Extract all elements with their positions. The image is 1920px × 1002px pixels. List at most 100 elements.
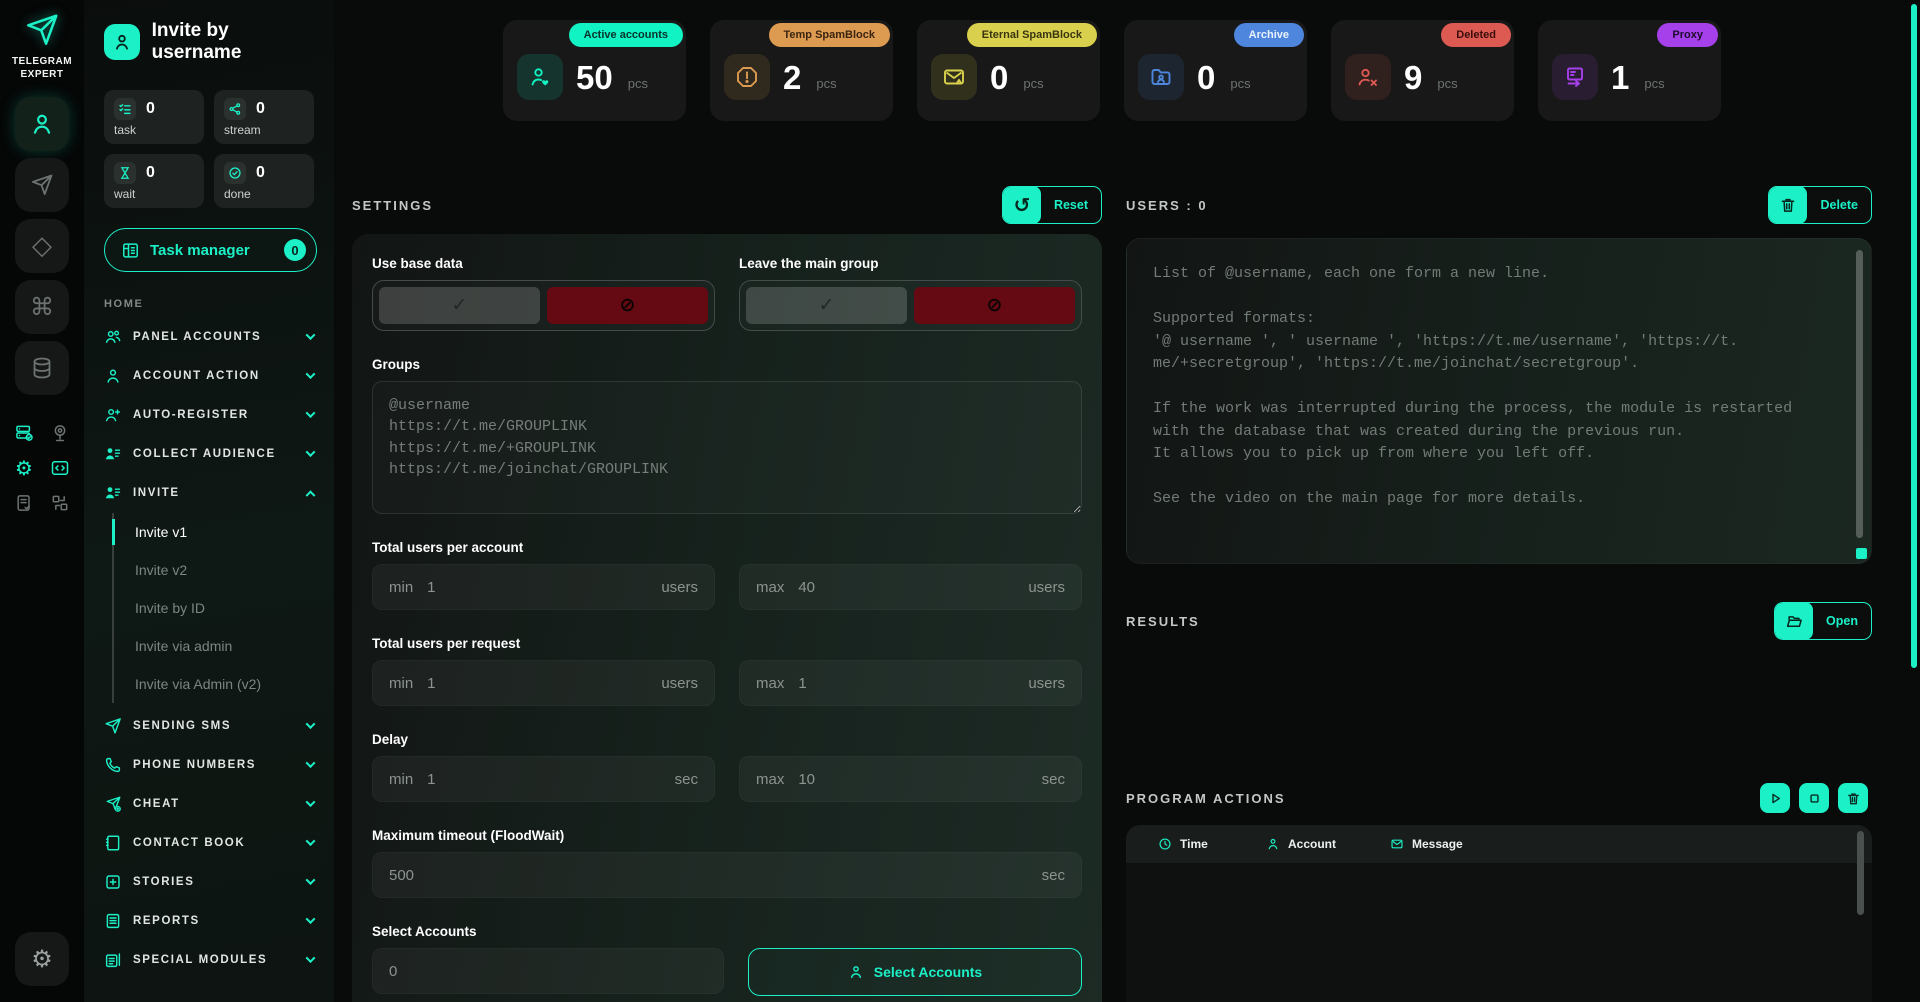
sidebar-item-account-action[interactable]: ACCOUNT ACTION bbox=[104, 356, 322, 395]
right-column: USERS : 0 Delete RESULTS Open PROG bbox=[1126, 186, 1872, 1002]
column-message: Message bbox=[1390, 837, 1463, 851]
sidebar-item-panel-accounts[interactable]: PANEL ACCOUNTS bbox=[104, 317, 322, 356]
book-icon bbox=[104, 834, 122, 852]
min-delay-input[interactable]: min 1 sec bbox=[372, 756, 715, 802]
submenu-item-invite-v2[interactable]: Invite v2 bbox=[135, 551, 322, 589]
allow-button[interactable]: ✓ bbox=[746, 287, 907, 324]
rail-send-button[interactable] bbox=[15, 158, 69, 212]
deny-button[interactable]: ⊘ bbox=[547, 287, 708, 324]
open-results-button[interactable]: Open bbox=[1774, 602, 1872, 640]
chevron-down-icon bbox=[306, 408, 316, 418]
status-value: 0 bbox=[990, 61, 1008, 94]
stream-icon bbox=[224, 98, 246, 120]
field-label: Total users per account bbox=[372, 540, 1082, 555]
min-users-per-request-input[interactable]: min 1 users bbox=[372, 660, 715, 706]
reset-icon: ↺ bbox=[1003, 186, 1041, 224]
submenu-item-invite-via-admin-v2[interactable]: Invite via Admin (v2) bbox=[135, 665, 322, 703]
task-manager-button[interactable]: Task manager 0 bbox=[104, 228, 317, 272]
select-accounts-button[interactable]: Select Accounts bbox=[748, 948, 1082, 996]
program-actions-title: PROGRAM ACTIONS bbox=[1126, 791, 1286, 806]
paper-plane-logo-icon bbox=[24, 12, 60, 48]
delete-users-button[interactable]: Delete bbox=[1768, 186, 1872, 224]
paper-plane-plus-icon bbox=[104, 795, 122, 813]
users-scrollbar[interactable] bbox=[1856, 250, 1863, 538]
sidebar-item-stories[interactable]: STORIES bbox=[104, 862, 322, 901]
account-webcam-icon[interactable] bbox=[50, 423, 70, 443]
counter-label: wait bbox=[114, 187, 194, 201]
counter-label: stream bbox=[224, 123, 304, 137]
brand-name: TELEGRAMEXPERT bbox=[12, 55, 72, 81]
document-check-icon[interactable] bbox=[14, 493, 34, 513]
submenu-item-invite-by-id[interactable]: Invite by ID bbox=[135, 589, 322, 627]
status-card-eternal-spamblock[interactable]: Eternal SpamBlock 0 pcs bbox=[917, 20, 1100, 121]
chevron-up-icon bbox=[306, 490, 316, 500]
sidebar-item-reports[interactable]: REPORTS bbox=[104, 901, 322, 940]
person-heart-icon bbox=[517, 54, 563, 100]
status-card-archive[interactable]: Archive 0 pcs bbox=[1124, 20, 1307, 121]
page-scrollbar[interactable] bbox=[1911, 4, 1917, 668]
sidebar-item-contact-book[interactable]: CONTACT BOOK bbox=[104, 823, 322, 862]
start-button[interactable] bbox=[1760, 783, 1790, 813]
trash-icon bbox=[1769, 186, 1807, 224]
submenu-item-invite-v1[interactable]: Invite v1 bbox=[135, 513, 322, 551]
status-card-deleted[interactable]: Deleted 9 pcs bbox=[1331, 20, 1514, 121]
mail-icon bbox=[1390, 837, 1404, 851]
settings-gear-button[interactable]: ⚙ bbox=[15, 932, 69, 986]
counters-grid: 0 task 0 stream 0 wait 0 done bbox=[104, 90, 322, 208]
sidebar-item-invite[interactable]: INVITE bbox=[104, 473, 322, 512]
allow-button[interactable]: ✓ bbox=[379, 287, 540, 324]
chevron-down-icon bbox=[306, 719, 316, 729]
sidebar-item-sending-sms[interactable]: SENDING SMS bbox=[104, 706, 322, 745]
clear-log-button[interactable] bbox=[1838, 783, 1868, 813]
min-users-per-account-input[interactable]: min 1 users bbox=[372, 564, 715, 610]
floodwait-timeout-input[interactable]: 500 sec bbox=[372, 852, 1082, 898]
stop-button[interactable] bbox=[1799, 783, 1829, 813]
max-users-per-request-input[interactable]: max 1 users bbox=[739, 660, 1082, 706]
accounts-count-input[interactable]: 0 bbox=[372, 948, 724, 994]
max-delay-input[interactable]: max 10 sec bbox=[739, 756, 1082, 802]
users-textarea[interactable] bbox=[1126, 238, 1872, 564]
gear-module-icon[interactable]: ⚙ bbox=[15, 456, 33, 480]
server-check-icon[interactable] bbox=[14, 423, 34, 443]
reset-button[interactable]: ↺ Reset bbox=[1002, 186, 1102, 224]
rail-premium-button[interactable]: ◇ bbox=[15, 219, 69, 273]
groups-textarea[interactable] bbox=[372, 381, 1082, 514]
counter-task: 0 task bbox=[104, 90, 204, 144]
deny-button[interactable]: ⊘ bbox=[914, 287, 1075, 324]
sidebar-item-collect-audience[interactable]: COLLECT AUDIENCE bbox=[104, 434, 322, 473]
users-title: USERS : 0 bbox=[1126, 198, 1208, 213]
leave-main-group-toggle: ✓ ⊘ bbox=[739, 280, 1082, 331]
max-users-per-account-input[interactable]: max 40 users bbox=[739, 564, 1082, 610]
table-scrollbar[interactable] bbox=[1857, 831, 1864, 915]
table-header: Time Account Message bbox=[1126, 825, 1872, 863]
submenu-item-invite-via-admin[interactable]: Invite via admin bbox=[135, 627, 322, 665]
sidebar-item-cheat[interactable]: CHEAT bbox=[104, 784, 322, 823]
task-manager-badge: 0 bbox=[284, 239, 306, 261]
prohibit-icon: ⊘ bbox=[987, 296, 1003, 315]
field-label: Maximum timeout (FloodWait) bbox=[372, 828, 1082, 843]
status-card-active-accounts[interactable]: Active accounts 50 pcs bbox=[503, 20, 686, 121]
status-unit: pcs bbox=[1437, 76, 1457, 91]
field-label: Delay bbox=[372, 732, 1082, 747]
sidebar-item-phone-numbers[interactable]: PHONE NUMBERS bbox=[104, 745, 322, 784]
mail-warning-icon bbox=[931, 54, 977, 100]
rail-commands-button[interactable]: ⌘ bbox=[15, 280, 69, 334]
code-window-icon[interactable] bbox=[50, 458, 70, 478]
status-card-temp-spamblock[interactable]: Temp SpamBlock 2 pcs bbox=[710, 20, 893, 121]
swap-boxes-icon[interactable] bbox=[50, 493, 70, 513]
icon-rail: TELEGRAMEXPERT ◇ ⌘ ⚙ ⚙ bbox=[0, 0, 84, 1002]
sidebar-item-special-modules[interactable]: SPECIAL MODULES bbox=[104, 940, 322, 979]
rail-database-button[interactable] bbox=[15, 341, 69, 395]
person-icon bbox=[848, 964, 864, 980]
sidebar-item-auto-register[interactable]: AUTO-REGISTER bbox=[104, 395, 322, 434]
status-badge: Deleted bbox=[1441, 23, 1511, 47]
play-icon bbox=[1768, 791, 1783, 806]
chevron-down-icon bbox=[306, 914, 316, 924]
prohibit-icon: ⊘ bbox=[620, 296, 636, 315]
resize-handle[interactable] bbox=[1856, 548, 1867, 559]
report-document-icon bbox=[104, 912, 122, 930]
status-value: 50 bbox=[576, 61, 613, 94]
invite-module-icon bbox=[104, 24, 140, 60]
rail-accounts-button[interactable] bbox=[15, 97, 69, 151]
status-card-proxy[interactable]: Proxy 1 pcs bbox=[1538, 20, 1721, 121]
